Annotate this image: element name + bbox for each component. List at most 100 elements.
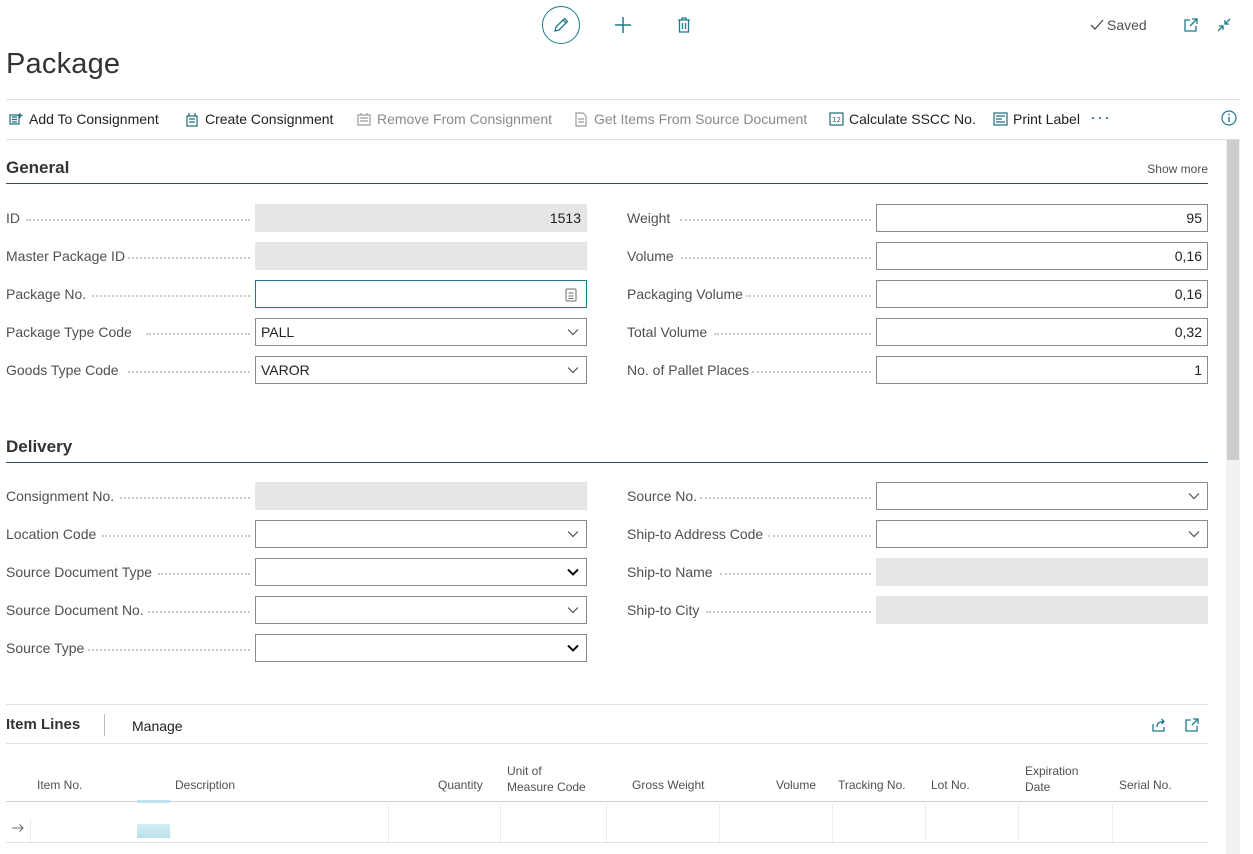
column-divider [500,804,501,842]
print-icon [992,111,1008,127]
leader-dots [768,535,871,537]
column-header-description[interactable]: Description [175,778,235,793]
column-header-volume[interactable]: Volume [776,778,816,793]
column-header-expiration-line1[interactable]: Expiration [1025,764,1078,779]
package-type-code-select[interactable]: PALL [255,318,587,346]
open-new-window-icon [1184,18,1198,32]
chevron-down-icon [1188,531,1200,538]
column-header-gross-weight[interactable]: Gross Weight [632,778,704,793]
chevron-down-icon [567,329,579,336]
source-document-type-select[interactable] [255,558,587,586]
more-actions-button[interactable]: ··· [1090,107,1111,128]
action-bar: Add To Consignment Create Consignment Re… [6,99,1241,140]
section-title: Delivery [6,437,73,456]
create-consignment-icon [184,111,200,127]
ship-to-address-code-select[interactable] [876,520,1208,548]
create-consignment-action[interactable]: Create Consignment [184,111,333,127]
share-icon[interactable] [1151,717,1167,733]
plus-icon [615,17,631,33]
leader-dots [706,611,871,613]
open-new-window-button[interactable] [1180,14,1202,36]
column-header-quantity[interactable]: Quantity [438,778,483,793]
action-label: Calculate SSCC No. [849,111,976,127]
collapse-button[interactable] [1213,14,1235,36]
total-volume-input[interactable]: 0,32 [876,318,1208,346]
field-value: 0,16 [1174,286,1202,302]
ship-to-name-field [876,558,1208,586]
manage-menu[interactable]: Manage [132,718,183,734]
field-label: Source Document Type [6,564,153,580]
volume-input[interactable]: 0,16 [876,242,1208,270]
column-header-item-no[interactable]: Item No. [37,778,82,793]
field-label: Source No. [627,488,698,504]
trash-icon [678,17,690,33]
edit-button[interactable] [542,6,580,44]
action-label: Remove From Consignment [377,111,553,127]
weight-input[interactable]: 95 [876,204,1208,232]
source-type-select[interactable] [255,634,587,662]
delivery-section-header[interactable]: Delivery [6,437,1208,463]
column-divider [1112,804,1113,842]
field-label: Location Code [6,526,97,542]
column-divider [1018,804,1019,842]
source-document-no-select[interactable] [255,596,587,624]
pallet-places-input[interactable]: 1 [876,356,1208,384]
new-button[interactable] [612,14,634,36]
field-value: 0,16 [1174,248,1202,264]
field-value: 1 [1194,362,1202,378]
leader-dots [128,257,250,259]
field-label: Ship-to City [627,602,700,618]
package-no-input[interactable] [255,280,587,308]
field-label: Source Type [6,640,85,656]
column-divider [388,804,389,842]
packaging-volume-input[interactable]: 0,16 [876,280,1208,308]
column-header-lot-no[interactable]: Lot No. [931,778,970,793]
info-icon[interactable] [1221,110,1237,126]
chevron-down-icon [567,367,579,374]
field-label: Ship-to Name [627,564,713,580]
column-header-tracking-no[interactable]: Tracking No. [838,778,906,793]
column-header-serial-no[interactable]: Serial No. [1119,778,1172,793]
delete-button[interactable] [673,14,695,36]
column-header-uom-line1[interactable]: Unit of [507,764,542,779]
lookup-icon[interactable] [565,288,577,302]
add-to-consignment-action[interactable]: Add To Consignment [8,111,159,127]
pencil-icon [554,17,569,32]
top-bar: Saved [0,0,1253,50]
source-no-select[interactable] [876,482,1208,510]
show-more-link[interactable]: Show more [1147,162,1208,176]
print-label-action[interactable]: Print Label [992,111,1080,127]
remove-from-consignment-action[interactable]: Remove From Consignment [356,111,552,127]
item-lines-title[interactable]: Item Lines [6,716,80,733]
calculate-icon: 12 [828,111,844,127]
column-header-expiration-line2[interactable]: Date [1025,780,1050,795]
column-divider [925,804,926,842]
master-package-id-field [255,242,587,270]
table-row[interactable] [6,818,1208,842]
get-items-action[interactable]: Get Items From Source Document [573,111,807,127]
field-label: Source Document No. [6,602,144,618]
action-label: Get Items From Source Document [594,111,808,127]
expand-icon[interactable] [1184,717,1200,733]
scrollbar-thumb[interactable] [1227,140,1239,460]
action-label: Create Consignment [205,111,334,127]
description-cell-selected[interactable] [137,824,170,838]
field-label: Ship-to Address Code [627,526,764,542]
selection-marker [137,800,170,803]
column-divider [719,804,720,842]
separator [104,714,105,736]
location-code-select[interactable] [255,520,587,548]
header-divider [6,801,1208,802]
general-section-header[interactable]: General Show more [6,158,1208,184]
calculate-sscc-action[interactable]: 12 Calculate SSCC No. [828,111,976,127]
leader-dots [680,219,871,221]
get-items-icon [573,111,589,127]
action-label: Add To Consignment [29,111,159,127]
arrow-right-icon [12,824,24,832]
chevron-down-icon [567,607,579,614]
leader-dots [720,573,871,575]
chevron-down-icon [567,531,579,538]
column-header-uom-line2[interactable]: Measure Code [507,780,586,795]
goods-type-code-select[interactable]: VAROR [255,356,587,384]
saved-label: Saved [1107,17,1147,33]
